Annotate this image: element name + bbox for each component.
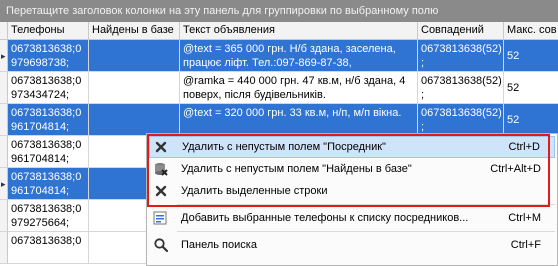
cell-matches[interactable]: 0673813638(52) ;	[418, 40, 504, 72]
column-header-matches[interactable]: Совпадений	[418, 22, 504, 40]
cell-phones[interactable]: 0673813638;0 961704814;	[8, 168, 89, 200]
menu-item-shortcut: Ctrl+F	[510, 239, 541, 251]
row-indicator[interactable]	[0, 232, 8, 264]
cell-found-in-base[interactable]	[89, 40, 180, 72]
cell-phones[interactable]: 0673813638;0 961704814;	[8, 104, 89, 136]
row-indicator[interactable]: ▸	[0, 168, 8, 200]
cell-max-matches[interactable]: 52	[504, 40, 558, 72]
close-x-icon	[153, 183, 169, 199]
cell-phones[interactable]: 0673813638;0	[8, 232, 89, 264]
column-header-text[interactable]: Текст объявления	[180, 22, 418, 40]
cell-phones[interactable]: 0673813638;0 961704814;	[8, 136, 89, 168]
row-indicator-mark: ▸	[1, 50, 6, 61]
menu-separator	[177, 231, 555, 232]
menu-item-delete-selected-rows[interactable]: Удалить выделенные строки	[149, 180, 555, 202]
cell-ad-text[interactable]: @ramka = 440 000 грн. 47 кв.м, н/б здана…	[180, 72, 418, 104]
column-header-phones[interactable]: Телефоны	[8, 22, 89, 40]
cell-found-in-base[interactable]	[89, 72, 180, 104]
column-header-max[interactable]: Макс. сов	[504, 22, 558, 40]
menu-item-shortcut: Ctrl+D	[508, 141, 540, 153]
close-x-icon	[153, 139, 169, 155]
cell-phones[interactable]: 0673813638;0 973434724;	[8, 72, 89, 104]
menu-item-label: Удалить выделенные строки	[181, 185, 328, 197]
row-indicator-mark: ▸	[1, 178, 6, 189]
menu-item-label: Удалить с непустым полем "Найдены в базе…	[181, 163, 412, 175]
cell-found-in-base[interactable]	[89, 104, 180, 136]
cell-ad-text[interactable]: @text = 320 000 грн. 33 кв.м, н/п, м/п в…	[180, 104, 418, 136]
cell-phones[interactable]: 0673813638;0 979698738;	[8, 40, 89, 72]
row-indicator[interactable]	[0, 200, 8, 232]
menu-item-shortcut: Ctrl+Alt+D	[490, 163, 541, 175]
search-icon	[153, 237, 169, 253]
cell-max-matches[interactable]: 52	[504, 72, 558, 104]
cell-max-matches[interactable]: 52	[504, 104, 558, 136]
add-list-icon	[153, 210, 169, 226]
menu-item-label: Панель поиска	[181, 239, 257, 251]
cell-matches[interactable]: 0673813638(52) ;	[418, 104, 504, 136]
row-indicator[interactable]	[0, 72, 8, 104]
cell-ad-text[interactable]: @text = 365 000 грн. Н/б здана, заселена…	[180, 40, 418, 72]
row-indicator[interactable]: ▸	[0, 40, 8, 72]
cell-matches[interactable]: 0673813638(52) ;	[418, 72, 504, 104]
column-header-found[interactable]: Найдены в базе	[89, 22, 180, 40]
group-by-panel[interactable]: Перетащите заголовок колонки на эту пане…	[0, 0, 558, 22]
menu-item-search-panel[interactable]: Панель поиска Ctrl+F	[149, 234, 555, 256]
database-delete-icon	[153, 161, 169, 177]
header-corner	[0, 22, 8, 40]
menu-separator	[177, 204, 555, 205]
menu-item-add-to-intermediaries[interactable]: Добавить выбранные телефоны к списку пос…	[149, 207, 555, 229]
context-menu: Удалить с непустым полем "Посредник" Ctr…	[146, 133, 558, 266]
menu-item-label: Добавить выбранные телефоны к списку пос…	[181, 212, 469, 224]
row-indicator[interactable]	[0, 136, 8, 168]
menu-item-delete-with-intermediary[interactable]: Удалить с непустым полем "Посредник" Ctr…	[149, 136, 555, 158]
menu-item-label: Удалить с непустым полем "Посредник"	[182, 141, 386, 153]
row-indicator[interactable]	[0, 104, 8, 136]
menu-item-delete-found-in-base[interactable]: Удалить с непустым полем "Найдены в базе…	[149, 158, 555, 180]
cell-phones[interactable]: 0673813638;0 979275664;	[8, 200, 89, 232]
menu-item-shortcut: Ctrl+M	[508, 212, 541, 224]
